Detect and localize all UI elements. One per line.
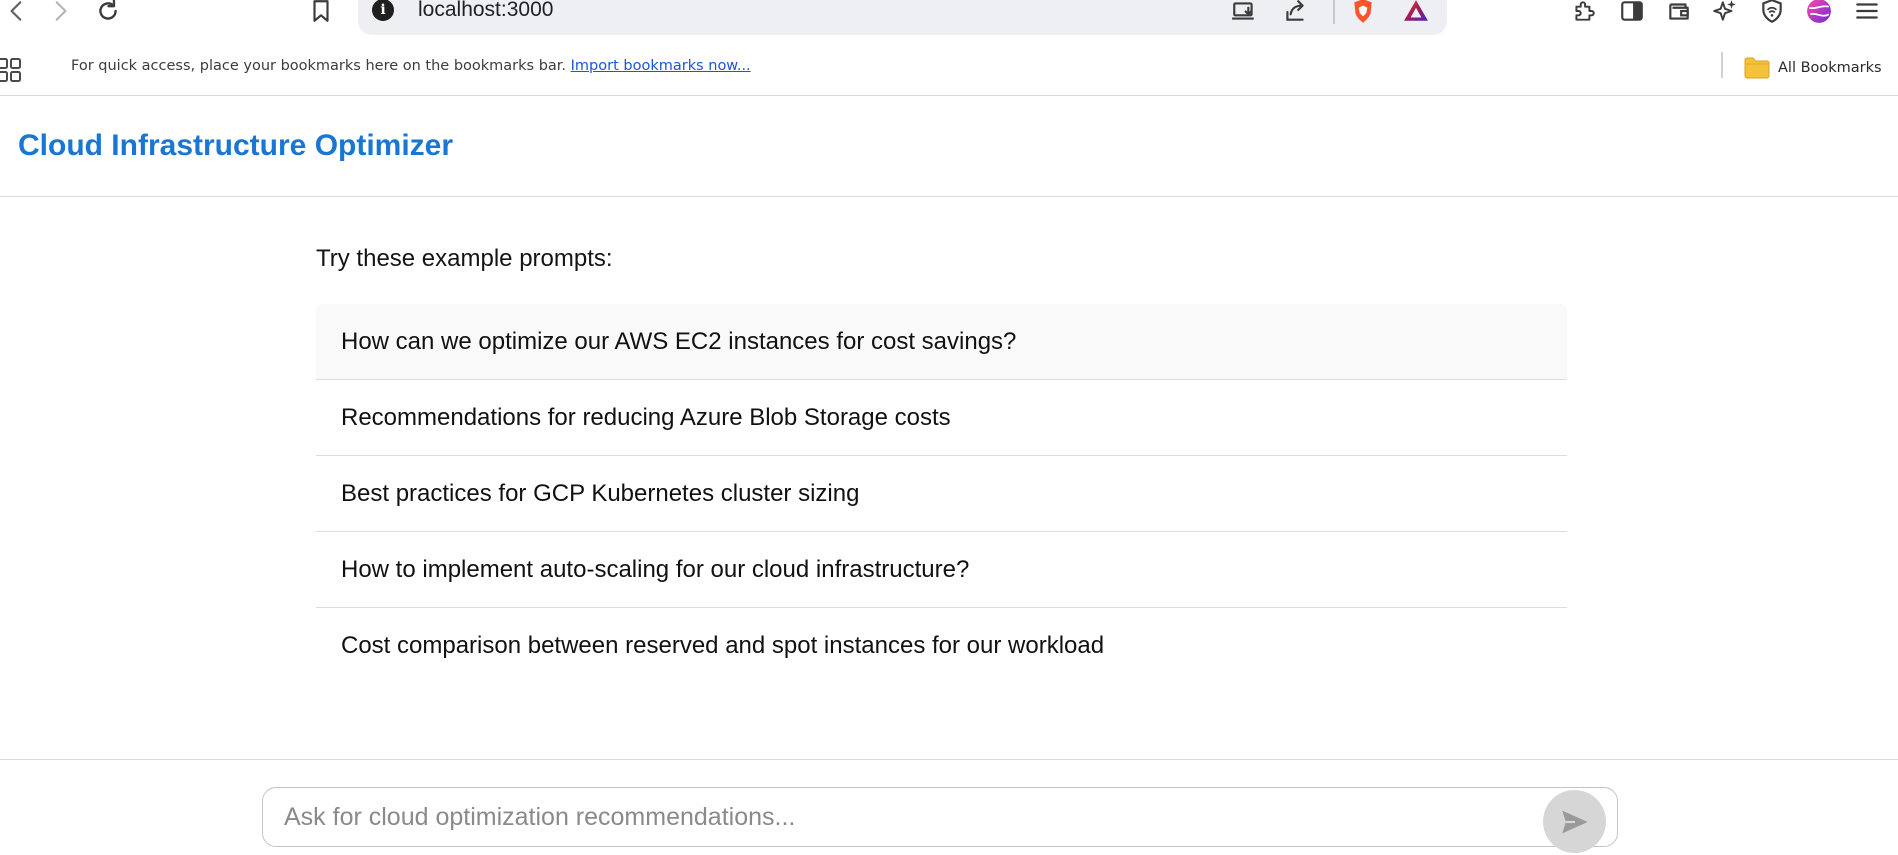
brave-shields-icon[interactable] [1348, 0, 1378, 26]
example-prompt-item[interactable]: How to implement auto-scaling for our cl… [316, 532, 1567, 608]
example-prompt-item[interactable]: Recommendations for reducing Azure Blob … [316, 380, 1567, 456]
bookmark-icon[interactable] [306, 0, 336, 26]
sidebar-icon[interactable] [1617, 0, 1647, 26]
back-icon[interactable] [2, 0, 32, 26]
example-prompts-list: How can we optimize our AWS EC2 instance… [316, 304, 1567, 684]
example-prompts-section: Try these example prompts: How can we op… [316, 240, 1567, 684]
leo-ai-icon[interactable] [1710, 0, 1740, 26]
browser-toolbar: i localhost:3000 [0, 0, 1898, 44]
omnibox-divider [1333, 0, 1335, 24]
site-info-icon[interactable]: i [372, 0, 394, 21]
bookmarks-divider [1721, 52, 1723, 78]
address-bar[interactable]: i localhost:3000 [358, 0, 1447, 35]
example-prompt-item[interactable]: Cost comparison between reserved and spo… [316, 608, 1567, 684]
profile-avatar-icon[interactable] [1804, 0, 1834, 26]
vpn-icon[interactable] [1757, 0, 1787, 26]
send-button[interactable] [1543, 790, 1606, 853]
bookmarks-bar-message: For quick access, place your bookmarks h… [71, 58, 751, 74]
bookmarks-bar: For quick access, place your bookmarks h… [0, 44, 1898, 96]
extensions-icon[interactable] [1569, 0, 1599, 26]
example-prompts-heading: Try these example prompts: [316, 245, 613, 272]
address-url[interactable]: localhost:3000 [418, 0, 553, 22]
chat-input-area [0, 759, 1898, 855]
bookmarks-hint-text: For quick access, place your bookmarks h… [71, 58, 567, 74]
install-app-icon[interactable] [1229, 0, 1259, 26]
app-title: Cloud Infrastructure Optimizer [18, 129, 454, 162]
all-bookmarks-label: All Bookmarks [1778, 60, 1882, 76]
example-prompt-item[interactable]: Best practices for GCP Kubernetes cluste… [316, 456, 1567, 532]
folder-icon [1744, 57, 1770, 79]
send-icon [1561, 810, 1588, 833]
all-bookmarks-button[interactable]: All Bookmarks [1744, 54, 1882, 82]
menu-icon[interactable] [1852, 0, 1882, 26]
forward-icon[interactable] [45, 0, 75, 26]
apps-icon[interactable] [0, 54, 26, 86]
wallet-icon[interactable] [1664, 0, 1694, 26]
import-bookmarks-link[interactable]: Import bookmarks now... [571, 58, 751, 74]
reload-icon[interactable] [93, 0, 123, 26]
chat-input[interactable] [262, 787, 1618, 847]
app-header: Cloud Infrastructure Optimizer [0, 97, 1898, 197]
brave-rewards-icon[interactable] [1401, 0, 1431, 26]
share-icon[interactable] [1280, 0, 1310, 26]
example-prompt-item[interactable]: How can we optimize our AWS EC2 instance… [316, 304, 1567, 380]
